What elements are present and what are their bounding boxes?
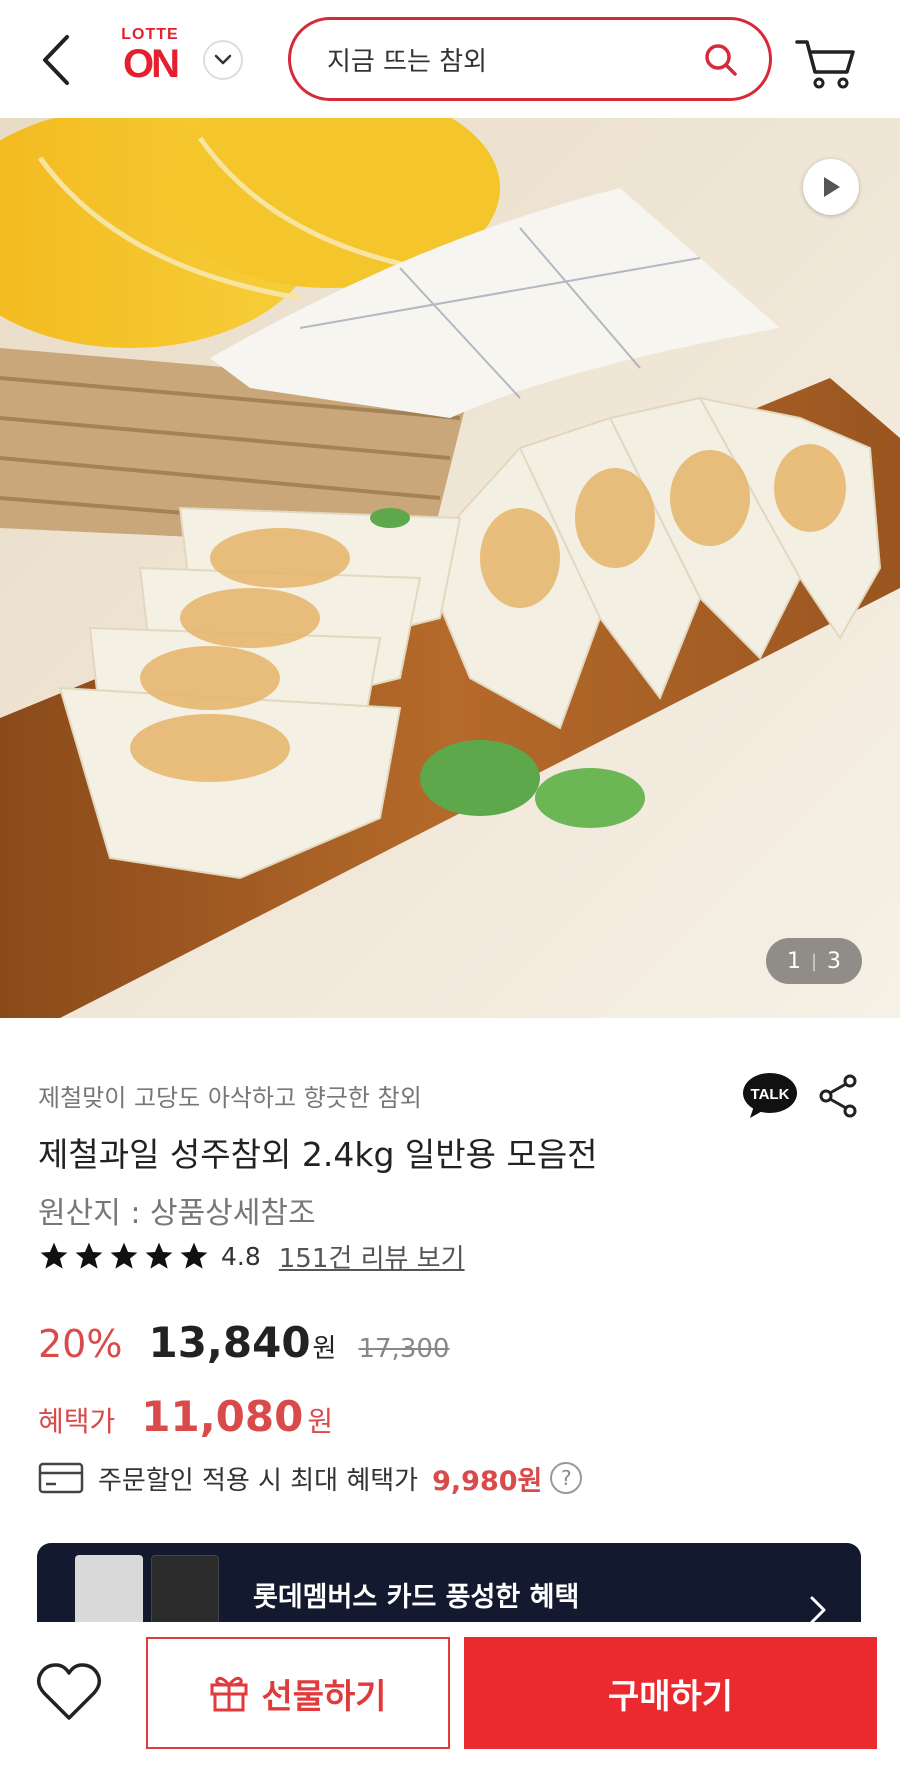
- buy-button[interactable]: 구매하기: [464, 1637, 877, 1749]
- talk-label: TALK: [751, 1086, 790, 1103]
- star-icon: [75, 1242, 103, 1269]
- pager-total: 3: [827, 948, 842, 974]
- share-icon: [819, 1074, 857, 1118]
- benefit-label: 혜택가: [38, 1405, 116, 1438]
- chevron-right-icon: [810, 1596, 826, 1624]
- search-input[interactable]: 지금 뜨는 참외: [288, 17, 772, 101]
- product-title: 제철과일 성주참외 2.4kg 일반용 모음전: [38, 1135, 598, 1174]
- play-icon: [824, 177, 840, 197]
- pager-current: 1: [786, 948, 801, 974]
- logo-bottom-text: ON: [123, 42, 180, 86]
- product-origin: 원산지 : 상품상세참조: [38, 1196, 316, 1231]
- lotte-on-logo[interactable]: LOTTE ON: [110, 26, 190, 90]
- talk-icon: TALK: [743, 1073, 797, 1118]
- help-icon[interactable]: ?: [550, 1462, 583, 1494]
- gift-icon: [210, 1676, 248, 1712]
- price-row: 20% 13,840 원 17,300: [38, 1318, 449, 1374]
- max-benefit-price: 9,980원: [432, 1465, 543, 1497]
- max-benefit-row: 주문할인 적용 시 최대 혜택가 9,980원 ?: [38, 1456, 583, 1500]
- wishlist-button[interactable]: [36, 1662, 102, 1722]
- cart-icon: [795, 40, 855, 89]
- back-button[interactable]: [36, 30, 76, 90]
- original-price: 17,300: [358, 1334, 450, 1364]
- service-menu-button[interactable]: [203, 40, 243, 80]
- banner-text: 롯데멤버스 카드 풍성한 혜택: [253, 1582, 580, 1613]
- talk-button[interactable]: TALK: [742, 1072, 798, 1124]
- pager-separator: |: [810, 950, 818, 972]
- rating-value: 4.8: [221, 1241, 261, 1271]
- max-benefit-text: 주문할인 적용 시 최대 혜택가: [98, 1465, 419, 1496]
- product-tagline: 제철맞이 고당도 아삭하고 향긋한 참외: [38, 1084, 422, 1112]
- star-icon: [40, 1242, 68, 1269]
- cart-button[interactable]: [795, 36, 857, 92]
- gift-button[interactable]: 선물하기: [146, 1637, 450, 1749]
- rating-row: 4.8 151건 리뷰 보기: [38, 1238, 465, 1274]
- star-icon: [180, 1242, 208, 1269]
- buy-label: 구매하기: [607, 1676, 734, 1717]
- review-link[interactable]: 151건 리뷰 보기: [279, 1238, 465, 1275]
- gift-label: 선물하기: [261, 1676, 387, 1717]
- search-text: 지금 뜨는 참외: [327, 46, 488, 77]
- discount-rate: 20%: [38, 1322, 123, 1366]
- currency-label: 원: [312, 1334, 337, 1364]
- star-icon: [110, 1242, 138, 1269]
- benefit-price-row: 혜택가 11,080 원: [38, 1392, 333, 1448]
- search-icon[interactable]: [703, 42, 739, 78]
- play-video-button[interactable]: [803, 159, 859, 215]
- product-image-carousel[interactable]: [0, 118, 900, 1018]
- back-icon: [43, 35, 69, 85]
- image-pager: 1 | 3: [766, 938, 862, 984]
- product-photo: [0, 118, 900, 1018]
- chevron-down-icon: [214, 54, 232, 65]
- benefit-price: 11,080: [141, 1392, 304, 1441]
- bottom-action-bar: 선물하기 구매하기: [0, 1622, 900, 1767]
- benefit-currency: 원: [307, 1405, 334, 1438]
- top-header: LOTTE ON 지금 뜨는 참외: [0, 0, 900, 118]
- star-icon: [145, 1242, 173, 1269]
- card-icon: [38, 1462, 84, 1494]
- heart-icon: [36, 1663, 102, 1720]
- sale-price: 13,840: [148, 1318, 311, 1367]
- share-button[interactable]: [818, 1074, 858, 1122]
